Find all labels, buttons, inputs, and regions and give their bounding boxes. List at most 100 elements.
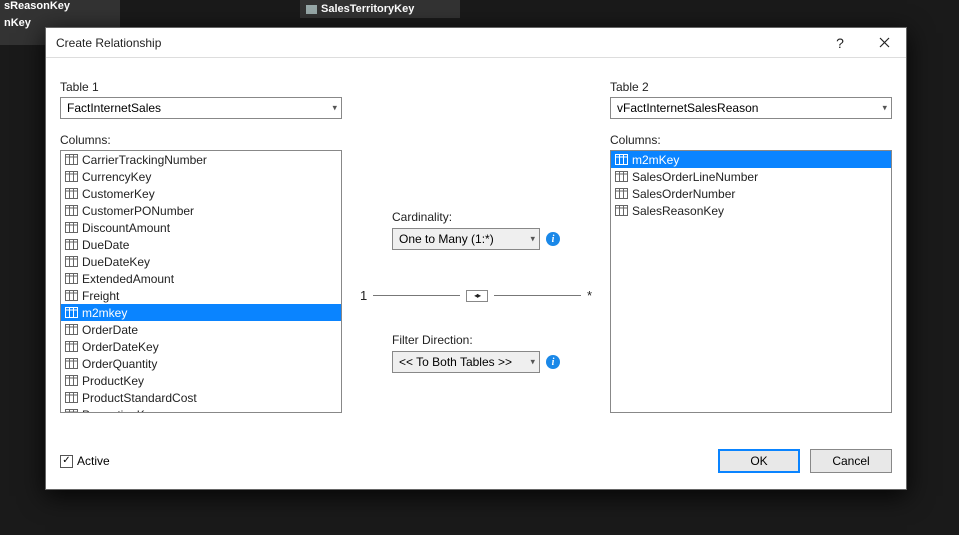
list-item-label: CustomerPONumber <box>82 204 194 218</box>
table2-select[interactable]: vFactInternetSalesReason ▾ <box>610 97 892 119</box>
column-icon <box>615 171 628 182</box>
info-icon[interactable]: i <box>546 355 560 369</box>
list-item[interactable]: DueDate <box>61 236 341 253</box>
column-icon <box>615 205 628 216</box>
column-icon <box>65 222 78 233</box>
list-item-label: DueDateKey <box>82 255 150 269</box>
list-item[interactable]: CarrierTrackingNumber <box>61 151 341 168</box>
list-item[interactable]: m2mKey <box>611 151 891 168</box>
list-item[interactable]: SalesOrderLineNumber <box>611 168 891 185</box>
list-item-label: ProductKey <box>82 374 144 388</box>
cardinality-label: Cardinality: <box>392 210 560 224</box>
table2-panel: Table 2 vFactInternetSalesReason ▾ Colum… <box>610 80 892 435</box>
table2-value: vFactInternetSalesReason <box>617 101 758 115</box>
bg-label: sReasonKey <box>4 0 70 12</box>
list-item-label: PromotionKey <box>82 408 157 414</box>
help-button[interactable]: ? <box>818 28 862 58</box>
column-icon <box>65 205 78 216</box>
column-icon <box>65 188 78 199</box>
titlebar: Create Relationship ? <box>46 28 906 58</box>
filter-direction-label: Filter Direction: <box>392 333 560 347</box>
active-label: Active <box>77 454 110 468</box>
list-item-label: OrderDateKey <box>82 340 159 354</box>
list-item-label: ProductStandardCost <box>82 391 197 405</box>
column-icon <box>65 273 78 284</box>
table1-value: FactInternetSales <box>67 101 161 115</box>
link-left: 1 <box>360 288 367 303</box>
list-item-label: OrderDate <box>82 323 138 337</box>
list-item-label: DiscountAmount <box>82 221 170 235</box>
table1-columns-list[interactable]: CarrierTrackingNumber CurrencyKey Customer… <box>60 150 342 413</box>
link-right: * <box>587 288 592 303</box>
column-icon <box>65 341 78 352</box>
relationship-diagram: 1 ◂▸ * <box>360 288 592 303</box>
table2-columns-label: Columns: <box>610 133 892 147</box>
list-item[interactable]: SalesReasonKey <box>611 202 891 219</box>
list-item[interactable]: OrderDate <box>61 321 341 338</box>
list-item-label: DueDate <box>82 238 129 252</box>
table1-columns-label: Columns: <box>60 133 342 147</box>
list-item-label: m2mkey <box>82 306 127 320</box>
table2-label: Table 2 <box>610 80 892 94</box>
list-item-label: SalesOrderNumber <box>632 187 735 201</box>
filter-direction-value: << To Both Tables >> <box>399 355 512 369</box>
direction-arrows-icon: ◂▸ <box>466 290 488 302</box>
active-checkbox[interactable]: ✓ Active <box>60 454 110 468</box>
column-icon <box>65 290 78 301</box>
list-item[interactable]: CustomerKey <box>61 185 341 202</box>
list-item-label: ExtendedAmount <box>82 272 174 286</box>
dialog-content: Table 1 FactInternetSales ▾ Columns: Car… <box>46 58 906 443</box>
column-icon <box>65 409 78 413</box>
close-button[interactable] <box>862 28 906 58</box>
list-item-label: OrderQuantity <box>82 357 157 371</box>
list-item[interactable]: CurrencyKey <box>61 168 341 185</box>
ok-button[interactable]: OK <box>718 449 800 473</box>
list-item[interactable]: CustomerPONumber <box>61 202 341 219</box>
cancel-button[interactable]: Cancel <box>810 449 892 473</box>
chevron-down-icon: ▾ <box>332 103 337 114</box>
bg-column-item: SalesTerritoryKey <box>300 0 460 18</box>
list-item-label: SalesReasonKey <box>632 204 724 218</box>
column-icon <box>615 188 628 199</box>
table1-panel: Table 1 FactInternetSales ▾ Columns: Car… <box>60 80 342 435</box>
list-item[interactable]: PromotionKey <box>61 406 341 413</box>
column-icon <box>65 375 78 386</box>
column-icon <box>65 239 78 250</box>
list-item[interactable]: SalesOrderNumber <box>611 185 891 202</box>
list-item-label: Freight <box>82 289 119 303</box>
checkbox-icon: ✓ <box>60 455 73 468</box>
chevron-down-icon: ▾ <box>530 357 535 368</box>
column-icon <box>65 256 78 267</box>
column-icon <box>65 392 78 403</box>
bg-label: SalesTerritoryKey <box>321 3 414 15</box>
list-item[interactable]: ProductKey <box>61 372 341 389</box>
list-item[interactable]: DiscountAmount <box>61 219 341 236</box>
list-item-label: SalesOrderLineNumber <box>632 170 758 184</box>
list-item[interactable]: OrderQuantity <box>61 355 341 372</box>
list-item-label: m2mKey <box>632 153 679 167</box>
list-item[interactable]: ExtendedAmount <box>61 270 341 287</box>
table2-columns-list[interactable]: m2mKey SalesOrderLineNumber SalesOrderNumb… <box>610 150 892 413</box>
create-relationship-dialog: Create Relationship ? Table 1 FactIntern… <box>45 27 907 490</box>
dialog-title: Create Relationship <box>56 36 818 50</box>
table1-label: Table 1 <box>60 80 342 94</box>
list-item[interactable]: Freight <box>61 287 341 304</box>
list-item[interactable]: ProductStandardCost <box>61 389 341 406</box>
column-icon <box>306 5 317 14</box>
list-item-label: CarrierTrackingNumber <box>82 153 207 167</box>
list-item-label: CustomerKey <box>82 187 155 201</box>
list-item-label: CurrencyKey <box>82 170 151 184</box>
list-item[interactable]: OrderDateKey <box>61 338 341 355</box>
info-icon[interactable]: i <box>546 232 560 246</box>
list-item[interactable]: DueDateKey <box>61 253 341 270</box>
table1-select[interactable]: FactInternetSales ▾ <box>60 97 342 119</box>
relationship-settings: Cardinality: One to Many (1:*) ▾ i 1 ◂▸ … <box>342 80 610 435</box>
column-icon <box>65 307 78 318</box>
chevron-down-icon: ▾ <box>530 234 535 245</box>
cardinality-select[interactable]: One to Many (1:*) ▾ <box>392 228 540 250</box>
bg-label: nKey <box>4 17 31 29</box>
filter-direction-select[interactable]: << To Both Tables >> ▾ <box>392 351 540 373</box>
dialog-footer: ✓ Active OK Cancel <box>46 443 906 489</box>
list-item[interactable]: m2mkey <box>61 304 341 321</box>
chevron-down-icon: ▾ <box>882 103 887 114</box>
